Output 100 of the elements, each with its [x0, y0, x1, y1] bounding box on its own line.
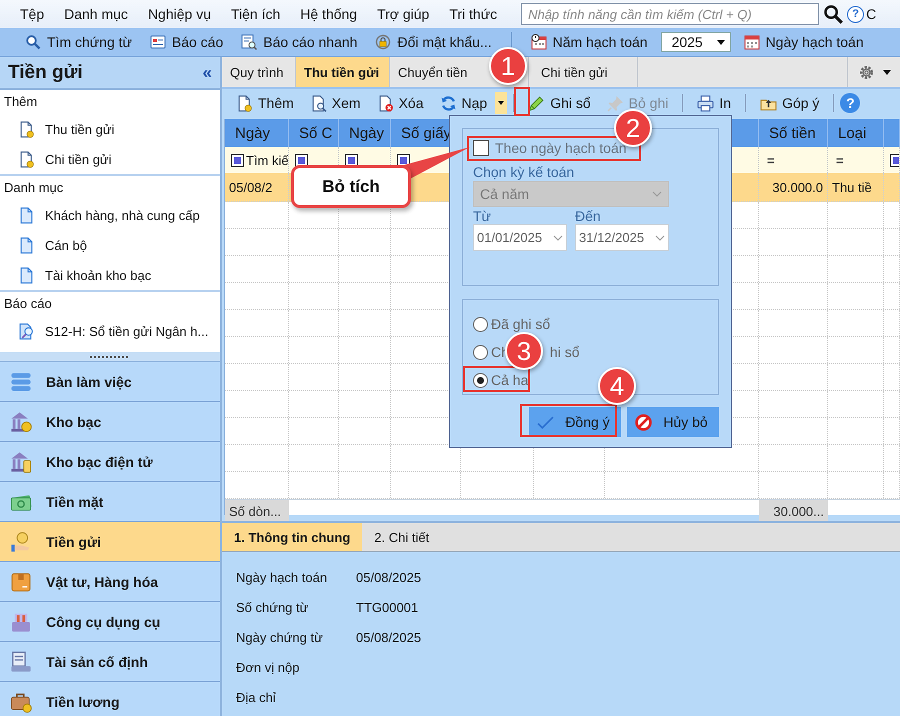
- summary-cell: Số dòn...: [225, 500, 289, 522]
- chevron-icon: [553, 234, 563, 240]
- tab[interactable]: Thu tiền gửi: [296, 57, 390, 87]
- toolbar-button[interactable]: Ngày hạch toán: [734, 30, 873, 54]
- confirm-button[interactable]: Đồng ý: [529, 407, 621, 437]
- toolbar-button[interactable]: In: [689, 92, 740, 114]
- document-search-icon: [310, 94, 327, 112]
- summary-cell: 30.000...: [759, 500, 828, 522]
- sidebar-item[interactable]: Thu tiền gửi: [0, 114, 220, 144]
- menu-item[interactable]: Tiện ích: [220, 6, 290, 22]
- document-icon: [18, 266, 35, 284]
- field-value: 05/08/2025: [356, 570, 422, 584]
- toolbar-button[interactable]: Báo cáo: [140, 30, 232, 54]
- settings-icon: [858, 64, 874, 80]
- filter-checkbox[interactable]: [345, 154, 358, 166]
- radio-button[interactable]: Cả ha: [473, 371, 528, 389]
- tab[interactable]: Chi tiền gửi: [528, 57, 638, 87]
- report-search-icon: [18, 322, 35, 340]
- section-title: Báo cáo: [3, 295, 53, 313]
- cancel-button[interactable]: Hủy bỏ: [627, 407, 719, 437]
- menu-item[interactable]: C: [864, 6, 876, 22]
- document-icon: [18, 206, 35, 224]
- chevron-icon: [652, 191, 662, 197]
- table-cell: 05/08/2: [225, 173, 289, 201]
- from-label: Từ: [473, 209, 491, 224]
- toolbar-button[interactable]: Tìm chứng từ: [16, 30, 141, 54]
- filter-operator[interactable]: =: [765, 152, 775, 168]
- stacked-bars-icon: [10, 370, 32, 392]
- dropdown-button[interactable]: [495, 92, 508, 114]
- tab[interactable]: 2. Chi tiết: [362, 523, 442, 551]
- box-icon: [10, 570, 32, 592]
- field-value: TTG00001: [356, 600, 418, 614]
- menu-item[interactable]: Danh mục: [54, 6, 138, 22]
- toolbar-button[interactable]: Góp ý: [752, 92, 828, 114]
- toolbar-button[interactable]: Xem: [302, 92, 369, 114]
- search-icon: [25, 34, 41, 50]
- help-button[interactable]: ?: [847, 6, 864, 22]
- menu-item[interactable]: Tri thức: [439, 6, 508, 22]
- briefcase-icon: [10, 690, 32, 712]
- menu-item[interactable]: Hệ thống: [290, 6, 368, 22]
- table-cell: Thu tiề: [828, 173, 884, 201]
- table-cell: 30.000.0: [759, 173, 828, 201]
- computer-icon: [10, 650, 32, 672]
- toolbar-button[interactable]: Thêm: [228, 92, 302, 114]
- field-label: Ngày chứng từ: [236, 630, 324, 644]
- cancel-icon: [635, 414, 652, 430]
- period-label: Chọn kỳ kế toán: [473, 164, 574, 180]
- filter-checkbox[interactable]: [231, 154, 244, 166]
- section-title: Danh mục: [3, 179, 64, 197]
- toolbar-button[interactable]: Nạp: [432, 92, 496, 114]
- highlight-frame: [514, 87, 530, 116]
- check-icon: [537, 414, 554, 430]
- toolbar-button[interactable]: Ghi sổ: [520, 92, 599, 114]
- module-item[interactable]: Tiền gửi: [0, 522, 220, 562]
- pencil-icon: [528, 94, 546, 112]
- menu-item[interactable]: Tệp: [10, 6, 54, 22]
- date-field[interactable]: 01/01/2025: [473, 224, 567, 251]
- sidebar-item[interactable]: S12-H: Sổ tiền gửi Ngân h...: [0, 316, 220, 346]
- year-select[interactable]: 2025: [660, 32, 731, 52]
- sidebar-item[interactable]: Cán bộ: [0, 230, 220, 260]
- new-document-icon: [18, 120, 35, 138]
- pin-icon: [606, 94, 624, 112]
- calendar-icon: [530, 34, 547, 50]
- bank-icon: [10, 450, 32, 472]
- radio-button[interactable]: Đã ghi sổ: [473, 315, 550, 333]
- tab[interactable]: 1. Thông tin chung: [222, 523, 362, 551]
- search-field[interactable]: Nhập tính năng cần tìm kiếm (Ctrl + Q): [521, 3, 820, 25]
- field-label: Địa chỉ: [236, 690, 277, 704]
- new-document-icon: [236, 94, 253, 112]
- field-label: Số chứng từ: [236, 600, 310, 614]
- filter-operator[interactable]: =: [834, 152, 844, 168]
- hint-tooltip: Bỏ tích: [291, 165, 411, 208]
- field-label: Đơn vị nộp: [236, 660, 300, 674]
- toolbar-button[interactable]: Xóa: [368, 92, 432, 114]
- sidebar-title: Tiền gửi: [8, 62, 83, 84]
- menu-item[interactable]: Trợ giúp: [367, 6, 440, 22]
- toolbar-button[interactable]: Báo cáo nhanh: [232, 30, 366, 54]
- lock-icon: [375, 34, 392, 50]
- bank-icon: [10, 410, 32, 432]
- section-title: Thêm: [3, 93, 38, 111]
- to-label: Đến: [575, 209, 601, 224]
- report-icon: [150, 34, 166, 50]
- sidebar-item[interactable]: Khách hàng, nhà cung cấp: [0, 200, 220, 230]
- delete-document-icon: [376, 94, 394, 112]
- sidebar-item[interactable]: Tài khoản kho bạc: [0, 260, 220, 290]
- document-search-icon: [241, 34, 258, 50]
- date-field[interactable]: 31/12/2025: [575, 224, 669, 251]
- hand-coin-icon: [10, 530, 32, 552]
- field-value: 05/08/2025: [356, 630, 422, 644]
- menu-item[interactable]: Nghiệp vụ: [138, 6, 221, 22]
- search-icon[interactable]: [823, 4, 844, 24]
- sidebar-item[interactable]: Chi tiền gửi: [0, 144, 220, 174]
- filter-checkbox[interactable]: [295, 154, 308, 166]
- document-icon: [18, 236, 35, 254]
- calendar-icon: [744, 34, 760, 50]
- chevron-icon: [655, 234, 665, 240]
- refresh-icon: [440, 94, 457, 112]
- help-button[interactable]: ?: [840, 93, 860, 113]
- printer-icon: [697, 94, 714, 112]
- collapse-button[interactable]: «: [202, 62, 212, 82]
